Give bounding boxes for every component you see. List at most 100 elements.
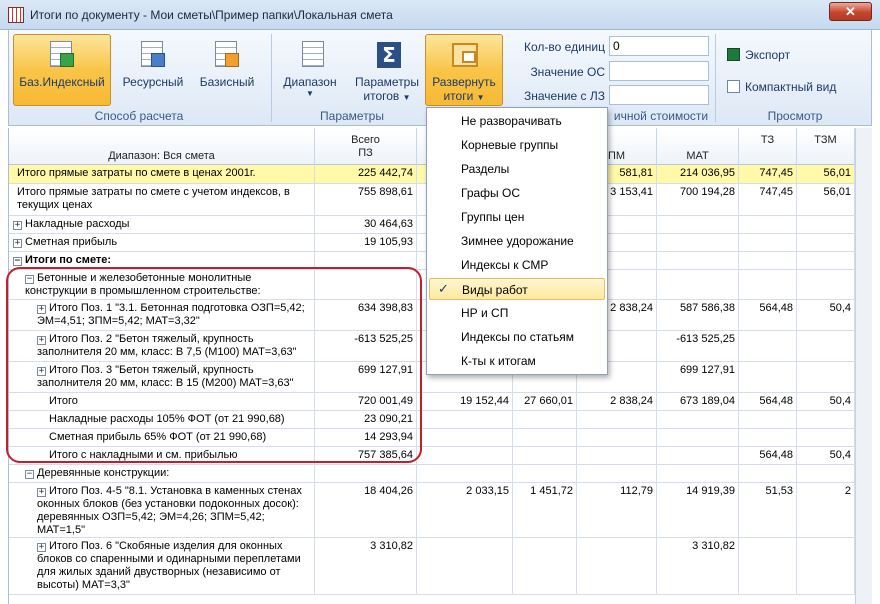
value-cell-tz: [739, 429, 797, 446]
row-name-cell: − Бетонные и железобетонные монолитные ко…: [9, 270, 315, 299]
close-button[interactable]: ✕: [829, 2, 872, 21]
expand-plus-icon[interactable]: +: [37, 367, 46, 376]
row-name-text: Накладные расходы: [25, 218, 130, 230]
expand-label-1: Развернуть: [432, 75, 496, 89]
table-row[interactable]: + Итого Поз. 6 "Скобяные изделия для окон…: [9, 538, 872, 595]
value-cell-tzm: [797, 252, 855, 269]
expand-plus-icon[interactable]: +: [13, 221, 22, 230]
lz-input[interactable]: [609, 85, 709, 105]
expand-plus-icon[interactable]: +: [37, 336, 46, 345]
tz-column-header[interactable]: ТЗ: [739, 128, 797, 165]
dropdown-item[interactable]: Индексы по статьям: [429, 326, 605, 348]
params-label-1: Параметры: [355, 75, 419, 89]
range-header[interactable]: Диапазон: Вся смета: [9, 128, 315, 165]
params-label-2: итогов ▼: [363, 89, 411, 103]
basis-button[interactable]: Базисный: [193, 34, 261, 106]
table-row[interactable]: + Итого Поз. 4-5 "8.1. Установка в каменн…: [9, 483, 872, 538]
expand-totals-button[interactable]: Развернуть итоги ▼: [425, 34, 503, 106]
dropdown-item-label: Разделы: [461, 162, 510, 176]
collapse-minus-icon[interactable]: −: [25, 470, 34, 479]
value-cell-pm: [577, 538, 657, 594]
expand-plus-icon[interactable]: +: [37, 543, 46, 552]
value-cell-total: 699 127,91: [315, 362, 417, 392]
value-cell-c3: [417, 447, 513, 464]
expand-label-2: итоги ▼: [443, 89, 485, 103]
compact-view-button[interactable]: Компактный вид: [727, 80, 836, 94]
units-input[interactable]: [609, 36, 709, 56]
dropdown-item-label: Группы цен: [461, 210, 525, 224]
dropdown-item[interactable]: Индексы к СМР: [429, 254, 605, 276]
dropdown-item[interactable]: Разделы: [429, 158, 605, 180]
dropdown-item[interactable]: ✓ Виды работ: [429, 278, 605, 300]
dropdown-item[interactable]: К-ты к итогам: [429, 350, 605, 372]
row-name-text: Итого с накладными и см. прибылью: [49, 449, 238, 461]
value-cell-mat: [657, 429, 739, 446]
calc-group-label: Способ расчета: [94, 109, 184, 123]
expand-plus-icon[interactable]: +: [37, 305, 46, 314]
expand-plus-icon[interactable]: +: [13, 239, 22, 248]
value-cell-c4: 1 451,72: [513, 483, 577, 537]
total-header-line2: ПЗ: [358, 147, 373, 159]
row-name-cell: + Итого Поз. 6 "Скобяные изделия для окон…: [9, 538, 315, 594]
params-button[interactable]: Σ Параметры итогов ▼: [347, 34, 427, 106]
table-row[interactable]: Итого 720 001,49 19 152,44 27 660,01 2 838,2…: [9, 393, 872, 411]
total-column-header[interactable]: Всего ПЗ: [315, 128, 417, 165]
value-cell-total: 634 398,83: [315, 300, 417, 330]
value-cell-total: [315, 252, 417, 269]
checkmark-icon: ✓: [438, 282, 449, 297]
resource-button[interactable]: Ресурсный: [115, 34, 191, 106]
expand-plus-icon[interactable]: +: [37, 488, 46, 497]
row-name-text: Итого: [49, 395, 78, 407]
value-cell-tz: [739, 465, 797, 482]
value-cell-tzm: 2: [797, 483, 855, 537]
collapse-minus-icon[interactable]: −: [13, 257, 22, 266]
value-cell-mat: -613 525,25: [657, 331, 739, 361]
value-cell-c3: [417, 411, 513, 428]
value-cell-tz: 747,45: [739, 184, 797, 215]
dropdown-item[interactable]: Корневые группы: [429, 134, 605, 156]
base-index-button[interactable]: Баз.Индексный: [13, 34, 111, 106]
row-name-cell: Итого прямые затраты по смете с учетом и…: [9, 184, 315, 215]
value-cell-total: [315, 465, 417, 482]
value-cell-tz: [739, 270, 797, 299]
table-row[interactable]: Сметная прибыль 65% ФОТ (от 21 990,68) 14…: [9, 429, 872, 447]
value-cell-c4: [513, 447, 577, 464]
compact-view-label: Компактный вид: [745, 80, 837, 94]
value-cell-mat: [657, 234, 739, 251]
dropdown-item[interactable]: Зимнее удорожание: [429, 230, 605, 252]
row-name-text: Накладные расходы 105% ФОТ (от 21 990,68…: [49, 413, 285, 425]
fields-group-label: ичной стоимости: [613, 109, 709, 123]
range-button[interactable]: Диапазон ▼: [277, 34, 343, 106]
tzm-column-header[interactable]: ТЗМ: [797, 128, 855, 165]
params-group-label: Параметры: [320, 109, 384, 123]
value-cell-tzm: [797, 331, 855, 361]
dropdown-item[interactable]: Группы цен: [429, 206, 605, 228]
row-name-cell: Итого прямые затраты по смете в ценах 20…: [9, 165, 315, 183]
row-name-cell: Итого с накладными и см. прибылью: [9, 447, 315, 464]
value-cell-tz: 747,45: [739, 165, 797, 183]
table-row[interactable]: Накладные расходы 105% ФОТ (от 21 990,68…: [9, 411, 872, 429]
value-cell-tz: 564,48: [739, 300, 797, 330]
value-cell-total: 3 310,82: [315, 538, 417, 594]
row-name-text: Сметная прибыль: [25, 236, 118, 248]
dropdown-item-label: Не разворачивать: [461, 114, 562, 128]
value-cell-tzm: [797, 429, 855, 446]
title-bar: Итоги по документу - Мои сметы\Пример па…: [0, 0, 880, 30]
chevron-down-icon: ▼: [306, 89, 314, 98]
collapse-minus-icon[interactable]: −: [25, 275, 34, 284]
export-button[interactable]: Экспорт: [727, 48, 790, 62]
dropdown-item[interactable]: НР и СП: [429, 302, 605, 324]
dropdown-item[interactable]: Графы ОС: [429, 182, 605, 204]
mat-column-header[interactable]: МАТ: [657, 128, 739, 165]
table-row[interactable]: − Деревянные конструкции:: [9, 465, 872, 483]
table-row[interactable]: Итого с накладными и см. прибылью 757 385…: [9, 447, 872, 465]
vertical-scrollbar[interactable]: [855, 128, 872, 604]
dropdown-item[interactable]: Не разворачивать: [429, 110, 605, 132]
os-input[interactable]: [609, 61, 709, 81]
ribbon-separator: [271, 34, 272, 122]
value-cell-total: 23 090,21: [315, 411, 417, 428]
expand-totals-dropdown: Не разворачивать Корневые группы Разделы Гр…: [426, 107, 608, 375]
dropdown-item-label: Зимнее удорожание: [461, 234, 574, 248]
sigma-icon: Σ: [371, 39, 403, 71]
basis-icon: [211, 39, 243, 71]
